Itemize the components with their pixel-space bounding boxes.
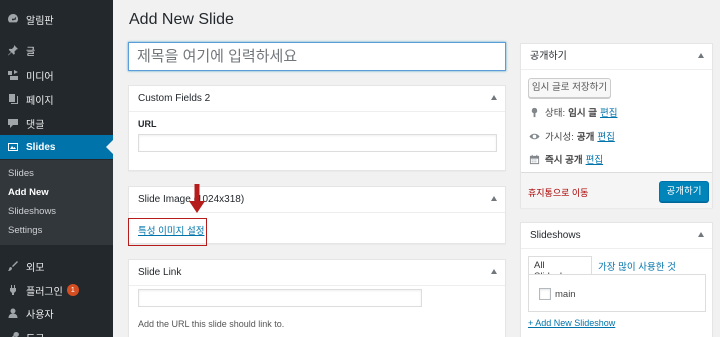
url-label: URL xyxy=(138,119,157,129)
custom-fields-box: Custom Fields 2 URL xyxy=(128,85,506,171)
pin-icon xyxy=(528,106,540,118)
publish-heading[interactable]: 공개하기 xyxy=(521,44,712,70)
publish-actions: 휴지통으로 이동 공개하기 xyxy=(521,172,712,208)
current-menu-arrow xyxy=(106,140,113,154)
slide-image-heading[interactable]: Slide Image (1024x318) xyxy=(129,187,505,213)
menu-label: Slides xyxy=(26,141,56,153)
tools-icon xyxy=(6,330,20,337)
admin-sidebar: 알림판 글 미디어 페이지 댓글 Slides Slides Add New S… xyxy=(0,0,113,337)
submenu-slides[interactable]: Slides xyxy=(8,168,34,179)
trash-link[interactable]: 휴지통으로 이동 xyxy=(528,186,588,199)
user-icon xyxy=(6,306,20,320)
collapse-arrow-icon[interactable] xyxy=(698,232,704,237)
submenu-slideshows[interactable]: Slideshows xyxy=(8,206,56,217)
menu-item-posts[interactable]: 글 xyxy=(0,38,113,62)
edit-status-link[interactable]: 편집 xyxy=(600,105,617,119)
publish-button[interactable]: 공개하기 xyxy=(659,181,709,202)
brush-icon xyxy=(6,259,20,273)
menu-label: 사용자 xyxy=(26,309,54,321)
menu-item-dashboard[interactable]: 알림판 xyxy=(0,7,113,31)
tab-all-slideshows[interactable]: All Slideshows xyxy=(528,256,592,282)
menu-label: 알림판 xyxy=(26,15,54,27)
schedule-value: 즉시 공개 xyxy=(545,155,583,166)
dashboard-icon xyxy=(6,12,20,26)
save-draft-button[interactable]: 임시 글로 저장하기 xyxy=(528,78,611,98)
calendar-icon xyxy=(528,153,540,165)
status-label: 상태: xyxy=(545,108,566,119)
collapse-arrow-icon[interactable] xyxy=(698,53,704,58)
submenu-settings[interactable]: Settings xyxy=(8,225,42,236)
slideshow-checkbox[interactable] xyxy=(539,288,551,300)
menu-label: 외모 xyxy=(26,262,45,274)
menu-item-comments[interactable]: 댓글 xyxy=(0,111,113,135)
menu-label: 글 xyxy=(26,46,36,58)
page-icon xyxy=(6,92,20,106)
pin-icon xyxy=(6,43,20,57)
eye-icon xyxy=(528,130,540,142)
menu-item-plugins[interactable]: 플러그인 1 xyxy=(0,278,113,302)
slideshow-item-label: main xyxy=(555,289,576,300)
annotation-arrow-icon xyxy=(189,184,205,213)
visibility-row: 가시성: 공개 편집 xyxy=(528,129,615,143)
menu-item-appearance[interactable]: 외모 xyxy=(0,254,113,278)
custom-fields-heading[interactable]: Custom Fields 2 xyxy=(129,86,505,112)
page-title: Add New Slide xyxy=(129,11,234,28)
tab-most-used[interactable]: 가장 많이 사용한 것 xyxy=(598,259,676,273)
status-value: 임시 글 xyxy=(568,108,597,119)
update-count-badge: 1 xyxy=(66,284,79,296)
url-input[interactable] xyxy=(138,134,497,152)
slides-icon xyxy=(6,140,20,154)
comment-icon xyxy=(6,116,20,130)
menu-item-media[interactable]: 미디어 xyxy=(0,63,113,87)
media-icon xyxy=(6,68,20,82)
collapse-arrow-icon[interactable] xyxy=(491,196,497,201)
menu-item-tools[interactable]: 도구 xyxy=(0,325,113,337)
menu-label: 플러그인 xyxy=(26,286,63,298)
submenu-add-new[interactable]: Add New xyxy=(8,187,49,198)
title-input[interactable]: 제목을 여기에 입력하세요 xyxy=(128,42,506,71)
slide-image-box: Slide Image (1024x318) 특성 이미지 설정 xyxy=(128,186,506,246)
slide-link-input[interactable] xyxy=(138,289,422,307)
add-new-slideshow-link[interactable]: + Add New Slideshow xyxy=(528,318,615,328)
slideshows-heading[interactable]: Slideshows xyxy=(521,223,712,249)
visibility-value: 공개 xyxy=(576,132,595,143)
visibility-label: 가시성: xyxy=(545,132,574,143)
slides-submenu: Slides Add New Slideshows Settings xyxy=(0,160,113,245)
status-row: 상태: 임시 글 편집 xyxy=(528,105,617,119)
collapse-arrow-icon[interactable] xyxy=(491,95,497,100)
menu-label: 페이지 xyxy=(26,95,54,107)
slideshows-box: Slideshows All Slideshows 가장 많이 사용한 것 ma… xyxy=(520,222,713,337)
menu-label: 도구 xyxy=(26,330,44,337)
publish-box: 공개하기 임시 글로 저장하기 상태: 임시 글 편집 가시성: 공개 편집 즉… xyxy=(520,43,713,208)
slide-link-help: Add the URL this slide should link to. xyxy=(138,319,285,329)
menu-item-slides[interactable]: Slides xyxy=(0,135,113,159)
menu-item-users[interactable]: 사용자 xyxy=(0,301,113,325)
slideshow-list: main xyxy=(528,274,706,312)
edit-schedule-link[interactable]: 편집 xyxy=(586,152,603,166)
edit-visibility-link[interactable]: 편집 xyxy=(597,129,614,143)
collapse-arrow-icon[interactable] xyxy=(491,269,497,274)
slide-link-heading[interactable]: Slide Link xyxy=(129,260,505,286)
menu-item-pages[interactable]: 페이지 xyxy=(0,87,113,111)
menu-label: 미디어 xyxy=(26,71,54,83)
schedule-row: 즉시 공개 편집 xyxy=(528,152,603,166)
menu-label: 댓글 xyxy=(26,119,45,131)
plugin-icon xyxy=(6,283,20,297)
slide-link-box: Slide Link Add the URL this slide should… xyxy=(128,259,506,337)
set-featured-image-link[interactable]: 특성 이미지 설정 xyxy=(138,223,204,237)
